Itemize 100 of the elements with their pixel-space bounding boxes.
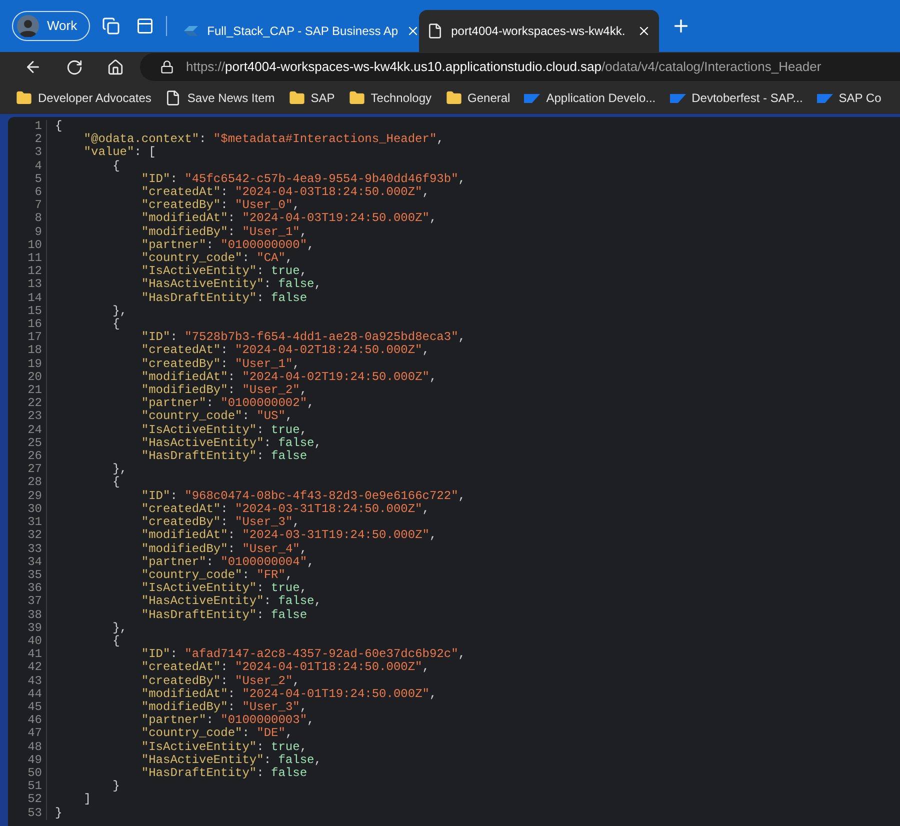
code-line: "createdBy": "User_2",	[140, 674, 300, 688]
line-number: 4	[34, 160, 43, 173]
bookmark[interactable]: Developer Advocates	[16, 89, 152, 107]
code-line: ]	[82, 793, 91, 807]
code-line: "modifiedAt": "2024-04-03T19:24:50.000Z",	[140, 212, 437, 226]
bookmark[interactable]: SAP	[288, 89, 335, 107]
line-number: 38	[26, 608, 43, 622]
line-number: 11	[26, 252, 43, 266]
line-number: 10	[26, 238, 43, 252]
line-number: 51	[26, 780, 43, 794]
line-number: 25	[26, 436, 43, 450]
code-line: "modifiedBy": "User_4",	[140, 542, 308, 556]
line-number: 5	[34, 172, 43, 186]
code-line: {	[55, 120, 62, 134]
tab-title: Full_Stack_CAP - SAP Business Ap	[207, 23, 398, 40]
code-line: "modifiedBy": "User_2",	[140, 384, 308, 398]
line-number: 3	[34, 146, 43, 160]
code-line: "modifiedAt": "2024-03-31T19:24:50.000Z",	[140, 529, 437, 542]
code-line: "createdBy": "User_1",	[140, 358, 300, 371]
line-number: 23	[26, 410, 43, 424]
line-number: 35	[26, 568, 43, 582]
code-line: "partner": "0100000002",	[140, 397, 314, 410]
code-line: "partner": "0100000000",	[140, 238, 314, 252]
code-line: "IsActiveEntity": true,	[140, 582, 308, 596]
line-number: 42	[26, 661, 43, 675]
line-number: 34	[26, 556, 43, 569]
folder-icon	[16, 90, 32, 106]
code-line: "HasActiveEntity": false,	[140, 436, 322, 450]
line-number: 50	[26, 766, 43, 780]
code-line: "value": [	[82, 146, 156, 160]
address-field[interactable]: https://port4004-workspaces-ws-kw4kk.us10.applicationstudio.cloud.sap/odata/v4/catalog/Interactions_Header	[140, 53, 900, 81]
line-number: 52	[26, 793, 43, 807]
browser-tab[interactable]: Full_Stack_CAP - SAP Business Ap	[175, 10, 416, 52]
bookmark[interactable]: Save News Item	[165, 89, 275, 107]
line-number: 27	[26, 463, 43, 476]
line-number: 48	[26, 740, 43, 754]
bookmark[interactable]: SAP Co	[816, 89, 882, 107]
line-number: 24	[26, 424, 43, 437]
code-line: "HasActiveEntity": false,	[140, 754, 322, 767]
code-line: "createdAt": "2024-04-01T18:24:50.000Z",	[140, 661, 430, 675]
code-line: {	[112, 634, 120, 648]
avatar-icon	[17, 15, 39, 37]
code-line: "country_code": "CA",	[140, 252, 293, 266]
line-number: 40	[26, 634, 43, 648]
code-line: "HasActiveEntity": false,	[140, 595, 322, 609]
line-number: 21	[26, 384, 43, 398]
code-line: "HasDraftEntity": false	[140, 608, 308, 622]
line-number: 7	[34, 199, 43, 212]
browser-tab[interactable]: port4004-workspaces-ws-kw4kk.	[419, 10, 660, 52]
home-icon[interactable]	[107, 58, 124, 76]
line-number: 8	[34, 212, 43, 226]
line-number: 2	[34, 133, 43, 146]
tab-title: port4004-workspaces-ws-kw4kk.	[451, 23, 626, 40]
folder-icon	[446, 90, 462, 106]
line-number: 30	[26, 502, 43, 516]
profile-button[interactable]: Work	[12, 11, 90, 41]
code-line: "HasDraftEntity": false	[140, 450, 308, 464]
back-icon[interactable]	[24, 58, 42, 76]
code-line: "createdAt": "2024-04-02T18:24:50.000Z",	[140, 344, 430, 358]
line-number: 13	[26, 278, 43, 292]
line-number: 14	[26, 292, 43, 305]
code-line: "ID": "968c0474-08bc-4f43-82d3-0e9e6166c722",	[140, 490, 466, 503]
bookmark[interactable]: Technology	[348, 89, 432, 107]
line-number: 6	[34, 186, 43, 200]
bookmark[interactable]: Application Develo...	[524, 89, 656, 107]
lock-icon	[160, 60, 174, 74]
line-number: 43	[26, 674, 43, 688]
code-line: "ID": "afad7147-a2c8-4357-92ad-60e37dc6b92c",	[140, 648, 466, 662]
line-number: 36	[26, 582, 43, 596]
line-number: 1	[34, 120, 43, 134]
code-line: }	[55, 806, 62, 820]
code-line: },	[112, 304, 128, 318]
bookmark[interactable]: Devtoberfest - SAP...	[670, 89, 803, 107]
line-number: 20	[26, 370, 43, 384]
code-line: "createdAt": "2024-03-31T18:24:50.000Z",	[140, 502, 430, 516]
code-line: "IsActiveEntity": true,	[140, 740, 308, 754]
code-line: "modifiedAt": "2024-04-02T19:24:50.000Z",	[140, 370, 437, 384]
bookmark[interactable]: General	[446, 89, 510, 107]
code-line: "IsActiveEntity": true,	[140, 265, 308, 278]
line-number: 45	[26, 700, 43, 714]
logo-icon	[670, 94, 686, 102]
vertical-tabs-icon[interactable]	[136, 17, 154, 35]
code-line: "partner": "0100000003",	[140, 714, 314, 728]
line-number: 31	[26, 516, 43, 530]
code-line: "HasDraftEntity": false	[140, 292, 308, 305]
code-line: "modifiedAt": "2024-04-01T19:24:50.000Z",	[140, 688, 437, 701]
refresh-icon[interactable]	[66, 58, 83, 76]
line-number: 49	[26, 754, 43, 767]
code-line: "country_code": "FR",	[140, 568, 293, 582]
code-line: "ID": "45fc6542-c57b-4ea9-9554-9b40dd46f93b",	[140, 172, 466, 186]
line-number: 32	[26, 529, 43, 542]
code-line: "HasDraftEntity": false	[140, 766, 308, 780]
workspaces-icon[interactable]	[102, 17, 120, 35]
code-line: }	[112, 780, 120, 794]
code-line: "partner": "0100000004",	[140, 556, 314, 569]
line-number: 46	[26, 714, 43, 728]
page-icon	[427, 23, 444, 39]
code-line: "HasActiveEntity": false,	[140, 278, 322, 292]
folder-icon	[288, 90, 305, 106]
code-line: {	[112, 160, 120, 173]
